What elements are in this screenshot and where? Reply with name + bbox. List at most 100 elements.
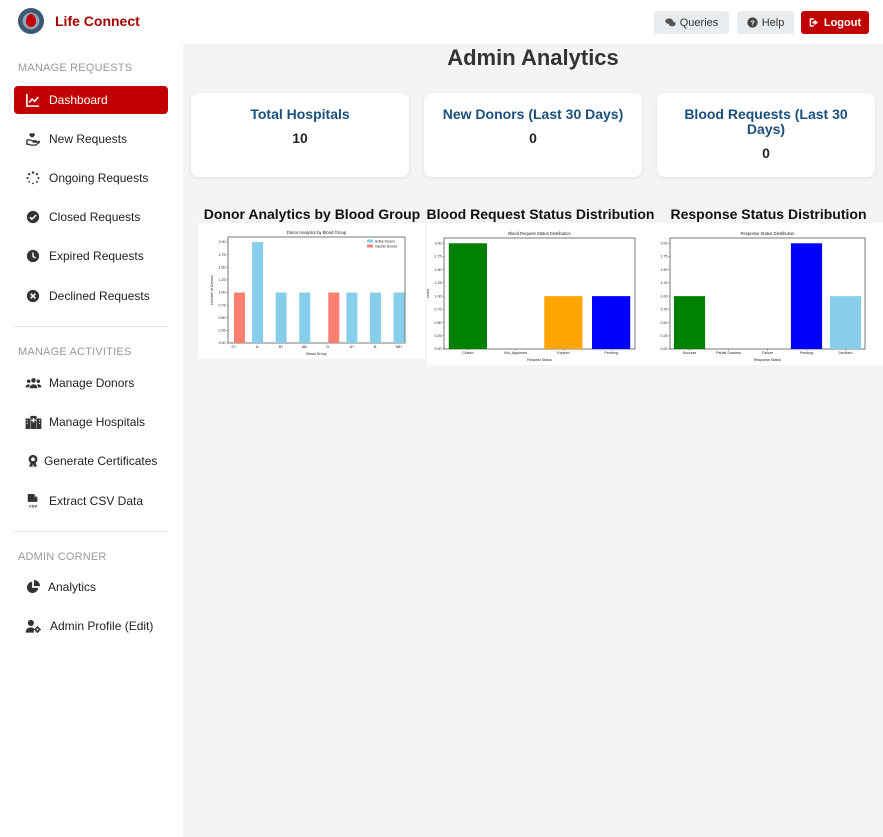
sidebar-item-admin-profile[interactable]: Admin Profile (Edit) <box>14 612 168 640</box>
sidebar: MANAGE REQUESTS Dashboard New Requests O… <box>0 44 183 837</box>
brand-name[interactable]: Life Connect <box>55 13 140 29</box>
bar-success <box>673 296 706 349</box>
chart-title-request-status: Blood Request Status Distribution <box>426 206 655 222</box>
logout-button[interactable]: Logout <box>801 11 869 34</box>
x-tick-label: Pending <box>800 351 813 355</box>
bar-active-donors <box>393 292 405 343</box>
sidebar-item-ongoing-requests[interactable]: Ongoing Requests <box>14 164 168 192</box>
x-tick-label: Expired <box>557 351 569 355</box>
y-axis-label: Count <box>427 289 430 299</box>
x-tick-label: B+ <box>279 345 284 349</box>
hospital-icon <box>24 415 42 429</box>
pie-chart-icon <box>24 580 42 594</box>
sidebar-item-extract-csv-data[interactable]: csv Extract CSV Data <box>14 487 168 515</box>
y-tick-label: 2.00 <box>661 241 668 245</box>
sidebar-item-expired-requests[interactable]: Expired Requests <box>14 242 168 270</box>
x-tick-label: O+ <box>232 345 237 349</box>
spinner-icon <box>24 171 42 185</box>
sidebar-item-dashboard[interactable]: Dashboard <box>14 86 168 114</box>
chart-donor-analytics: Donor Analytics by Blood Group 0.00 0.25 0.… <box>198 223 425 359</box>
bar-active-donors <box>275 292 287 343</box>
y-tick-label: 1.50 <box>661 268 668 272</box>
sidebar-item-label: Manage Hospitals <box>49 415 146 429</box>
clock-icon <box>24 249 42 263</box>
csv-file-icon: csv <box>24 494 42 508</box>
chart-donor-analytics-svg: Donor Analytics by Blood Group 0.00 0.25 0.… <box>210 230 406 356</box>
hand-heart-icon <box>24 132 42 146</box>
sidebar-item-new-requests[interactable]: New Requests <box>14 125 168 153</box>
x-tick-label: Declined <box>839 351 853 355</box>
chart-response-status-svg: Response Status Distribution 0.00 0.25 0.50… <box>655 231 866 362</box>
sidebar-item-label: Declined Requests <box>49 289 150 303</box>
stat-card-title: New Donors (Last 30 Days) <box>442 106 624 122</box>
sidebar-divider <box>14 326 168 327</box>
bar-inactive-donors <box>234 292 245 343</box>
bar-pending <box>790 243 823 349</box>
legend-label: Inactive Donors <box>375 245 398 249</box>
y-tick-label: 0.75 <box>661 308 668 312</box>
bar-expired <box>544 296 583 349</box>
y-tick-label: 1.75 <box>435 255 442 259</box>
svg-text:csv: csv <box>29 505 37 508</box>
y-tick-label: 1.25 <box>435 281 442 285</box>
life-connect-logo-icon[interactable] <box>18 8 44 34</box>
sidebar-item-manage-donors[interactable]: Manage Donors <box>14 369 168 397</box>
user-gear-icon <box>24 619 42 633</box>
chart-request-status-svg: Blood Request Status Distribution 0.00 0.2… <box>427 231 636 362</box>
help-button[interactable]: ? Help <box>737 11 794 34</box>
bar-active-donors <box>299 292 311 343</box>
sidebar-item-generate-certificates[interactable]: Generate Certificates <box>14 447 168 475</box>
y-tick-label: 1.75 <box>661 255 668 259</box>
x-tick-label: O- <box>326 345 331 349</box>
queries-label: Queries <box>679 16 719 29</box>
legend-swatch <box>367 244 373 248</box>
x-tick-label: Closed <box>462 351 473 355</box>
sidebar-item-label: Closed Requests <box>49 210 141 224</box>
x-circle-icon <box>24 289 42 303</box>
y-tick-label: 0.75 <box>435 308 442 312</box>
top-header: Life Connect Queries ? Help Logout <box>0 0 883 44</box>
sidebar-item-manage-hospitals[interactable]: Manage Hospitals <box>14 408 168 436</box>
y-axis-label: Number of Donors <box>210 275 214 305</box>
y-tick-label: 0.75 <box>219 303 226 307</box>
sidebar-item-label: Analytics <box>48 580 97 594</box>
y-tick-label: 0.50 <box>219 316 226 320</box>
y-tick-label: 0.50 <box>661 321 668 325</box>
y-tick-label: 1.50 <box>219 265 226 269</box>
section-title-admin-corner: ADMIN CORNER <box>18 551 107 563</box>
check-circle-icon <box>24 210 42 224</box>
x-tick-label: B- <box>374 345 378 349</box>
y-tick-label: 1.25 <box>219 278 226 282</box>
y-tick-label: 1.75 <box>219 253 226 257</box>
y-tick-label: 0.00 <box>435 347 442 351</box>
bar-pending <box>592 296 631 349</box>
chart-inner-title: Response Status Distribution <box>741 231 796 236</box>
users-icon <box>24 376 42 390</box>
x-tick-label: A- <box>256 345 260 349</box>
legend-label: Active Donors <box>375 240 395 244</box>
chart-line-icon <box>24 93 42 107</box>
award-icon <box>24 454 42 468</box>
chart-response-status: Response Status Distribution 0.00 0.25 0.50… <box>655 223 883 365</box>
chart-inner-title: Donor Analytics by Blood Group <box>287 230 347 235</box>
sidebar-item-closed-requests[interactable]: Closed Requests <box>14 203 168 231</box>
x-tick-label: Not_Approved <box>504 351 527 355</box>
page-title: Admin Analytics <box>447 45 619 70</box>
bar-closed <box>448 243 487 349</box>
y-tick-label: 0.25 <box>435 334 442 338</box>
sidebar-divider <box>14 531 168 532</box>
queries-button[interactable]: Queries <box>654 11 729 34</box>
x-axis-label: Blood Group <box>306 352 326 356</box>
sidebar-item-label: Ongoing Requests <box>49 171 149 185</box>
sidebar-item-declined-requests[interactable]: Declined Requests <box>14 282 168 310</box>
y-tick-label: 1.00 <box>661 294 668 298</box>
y-tick-label: 1.00 <box>435 294 442 298</box>
sidebar-item-label: Expired Requests <box>49 249 144 263</box>
x-tick-label: AB- <box>302 345 309 349</box>
legend-swatch <box>367 239 373 243</box>
x-tick-label: Failure <box>762 351 773 355</box>
y-tick-label: 2.00 <box>219 240 226 244</box>
sidebar-item-label: Admin Profile (Edit) <box>50 619 154 633</box>
stat-card-new-donors: New Donors (Last 30 Days) 0 <box>424 93 642 177</box>
sidebar-item-analytics[interactable]: Analytics <box>14 573 168 601</box>
